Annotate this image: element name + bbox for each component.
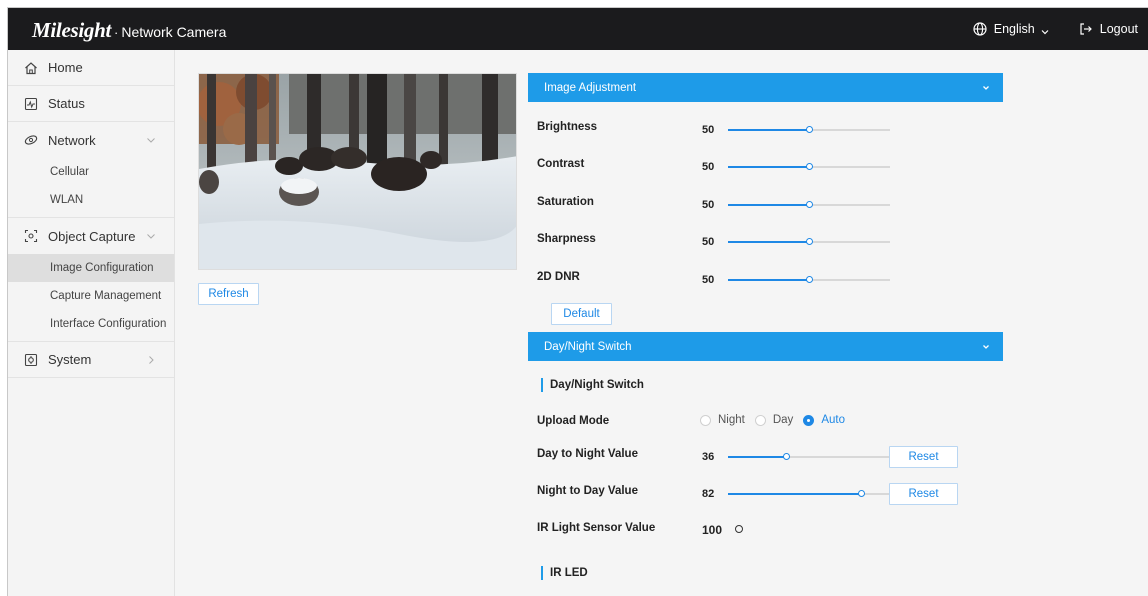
ir-led-section-title: IR LED bbox=[541, 566, 588, 580]
radio-day[interactable]: Day bbox=[754, 414, 794, 426]
brightness-value: 50 bbox=[702, 124, 715, 136]
sharpness-label: Sharpness bbox=[537, 233, 596, 245]
slider-handle[interactable] bbox=[806, 276, 813, 283]
chevron-down-icon bbox=[1041, 25, 1049, 35]
night-to-day-slider[interactable] bbox=[728, 489, 890, 499]
logout-button[interactable]: Logout bbox=[1079, 22, 1138, 36]
slider-handle[interactable] bbox=[806, 201, 813, 208]
saturation-value: 50 bbox=[702, 199, 715, 211]
contrast-value: 50 bbox=[702, 161, 715, 173]
radio-auto[interactable]: Auto bbox=[803, 414, 845, 426]
language-label: English bbox=[993, 22, 1035, 36]
radio-label: Day bbox=[772, 414, 794, 426]
contrast-label: Contrast bbox=[537, 158, 585, 170]
sidebar-item-label: Home bbox=[48, 60, 83, 75]
ir-sensor-label: IR Light Sensor Value bbox=[537, 522, 656, 534]
brightness-slider[interactable] bbox=[728, 125, 890, 135]
dnr-slider[interactable] bbox=[728, 275, 890, 285]
radio-label: Auto bbox=[821, 414, 845, 426]
sidebar-subitem-capture-management[interactable]: Capture Management bbox=[8, 282, 174, 310]
top-header: Milesight · Network Camera English Logou… bbox=[8, 8, 1148, 50]
night-to-day-value: 82 bbox=[702, 488, 715, 500]
sidebar-item-home[interactable]: Home bbox=[8, 50, 174, 86]
capture-icon bbox=[24, 229, 38, 243]
radio-circle[interactable] bbox=[754, 414, 766, 426]
saturation-label: Saturation bbox=[537, 196, 594, 208]
camera-preview-image bbox=[198, 73, 517, 270]
slider-handle[interactable] bbox=[806, 126, 813, 133]
main-content: Refresh Image Adjustment Brightness 50 C… bbox=[176, 50, 1148, 596]
chevron-down-icon bbox=[145, 230, 157, 242]
day-to-night-slider[interactable] bbox=[728, 452, 890, 462]
sidebar-item-object-capture[interactable]: Object Capture bbox=[8, 218, 174, 254]
globe-icon bbox=[973, 22, 987, 36]
sidebar-subitem-image-configuration[interactable]: Image Configuration bbox=[8, 254, 174, 282]
panel-title: Image Adjustment bbox=[544, 81, 637, 94]
day-night-section-title: Day/Night Switch bbox=[541, 378, 644, 392]
sidebar: Home Status Network Cellular WLAN Object… bbox=[8, 50, 175, 596]
brand: Milesight · Network Camera bbox=[32, 18, 226, 43]
night-to-day-label: Night to Day Value bbox=[537, 485, 638, 497]
chevron-down-icon bbox=[981, 342, 991, 352]
sidebar-subitem-interface-configuration[interactable]: Interface Configuration bbox=[8, 310, 174, 338]
day-night-header[interactable]: Day/Night Switch bbox=[528, 332, 1003, 361]
slider-handle[interactable] bbox=[783, 453, 791, 460]
network-icon bbox=[24, 133, 38, 147]
radio-circle[interactable] bbox=[700, 414, 711, 426]
radio-night[interactable]: Night bbox=[700, 414, 745, 426]
sidebar-item-label: System bbox=[48, 352, 92, 367]
panel-title: Day/Night Switch bbox=[544, 340, 632, 353]
sidebar-item-network[interactable]: Network bbox=[8, 122, 174, 158]
day-to-night-label: Day to Night Value bbox=[537, 448, 638, 460]
day-to-night-value: 36 bbox=[702, 451, 715, 463]
ir-sensor-value: 100 bbox=[702, 523, 723, 537]
logout-label: Logout bbox=[1099, 22, 1138, 36]
header-actions: English Logout bbox=[973, 8, 1148, 50]
day-to-night-reset-button[interactable]: Reset bbox=[889, 446, 958, 468]
sharpness-value: 50 bbox=[702, 236, 715, 248]
sidebar-subitem-wlan[interactable]: WLAN bbox=[8, 186, 174, 214]
logout-icon bbox=[1079, 22, 1093, 36]
slider-handle[interactable] bbox=[857, 490, 865, 497]
saturation-slider[interactable] bbox=[728, 200, 890, 210]
status-icon bbox=[24, 97, 38, 111]
sidebar-item-system[interactable]: System bbox=[8, 342, 174, 378]
sharpness-slider[interactable] bbox=[728, 237, 890, 247]
home-icon bbox=[24, 61, 38, 75]
chevron-down-icon bbox=[145, 134, 157, 146]
brightness-label: Brightness bbox=[537, 121, 598, 133]
dnr-value: 50 bbox=[702, 274, 715, 286]
upload-mode-label: Upload Mode bbox=[537, 415, 610, 427]
chevron-down-icon bbox=[981, 83, 991, 93]
sidebar-item-label: Status bbox=[48, 96, 85, 111]
chevron-right-icon bbox=[145, 354, 157, 366]
refresh-button[interactable]: Refresh bbox=[198, 283, 259, 305]
default-button[interactable]: Default bbox=[551, 303, 612, 325]
language-selector[interactable]: English bbox=[973, 22, 1049, 36]
sidebar-item-label: Network bbox=[48, 132, 96, 148]
app-window: Milesight · Network Camera English Logou… bbox=[7, 7, 1148, 596]
upload-mode-radio-group: Night Day Auto bbox=[700, 414, 855, 426]
night-to-day-reset-button[interactable]: Reset bbox=[889, 483, 958, 505]
contrast-slider[interactable] bbox=[728, 162, 890, 172]
ir-sensor-indicator-icon bbox=[735, 525, 743, 533]
dnr-label: 2D DNR bbox=[537, 271, 580, 283]
image-adjustment-header[interactable]: Image Adjustment bbox=[528, 73, 1003, 102]
brand-logo: Milesight bbox=[32, 18, 111, 42]
slider-handle[interactable] bbox=[806, 238, 813, 245]
sidebar-item-status[interactable]: Status bbox=[8, 86, 174, 122]
slider-handle[interactable] bbox=[806, 163, 813, 170]
system-icon bbox=[24, 353, 38, 367]
radio-label: Night bbox=[718, 414, 745, 426]
product-name: Network Camera bbox=[121, 24, 227, 40]
sidebar-subitem-cellular[interactable]: Cellular bbox=[8, 158, 174, 186]
brand-separator: · bbox=[113, 25, 119, 40]
radio-circle[interactable] bbox=[803, 414, 815, 426]
sidebar-item-label: Object Capture bbox=[48, 228, 136, 244]
